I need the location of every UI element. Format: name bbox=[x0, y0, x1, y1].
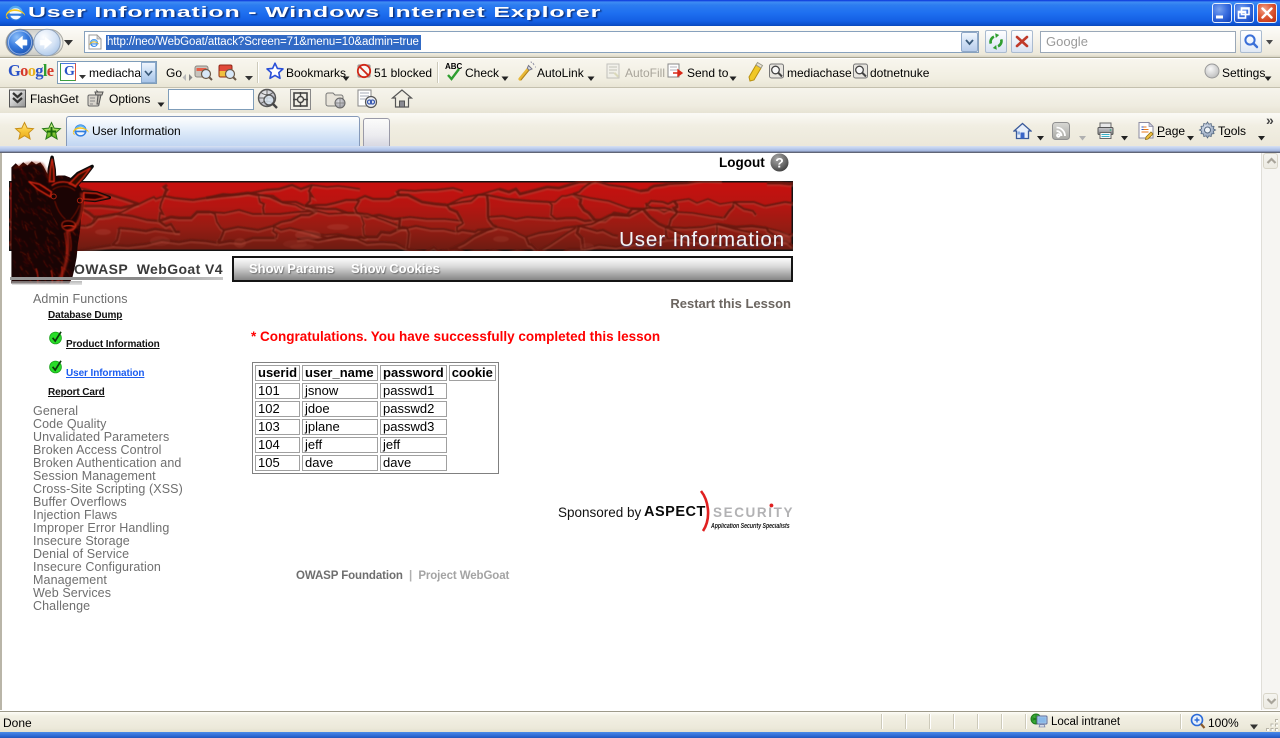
svg-text:?: ? bbox=[775, 155, 784, 171]
svg-text:ABC: ABC bbox=[445, 62, 463, 71]
svg-text:User Information: User Information bbox=[619, 228, 785, 251]
